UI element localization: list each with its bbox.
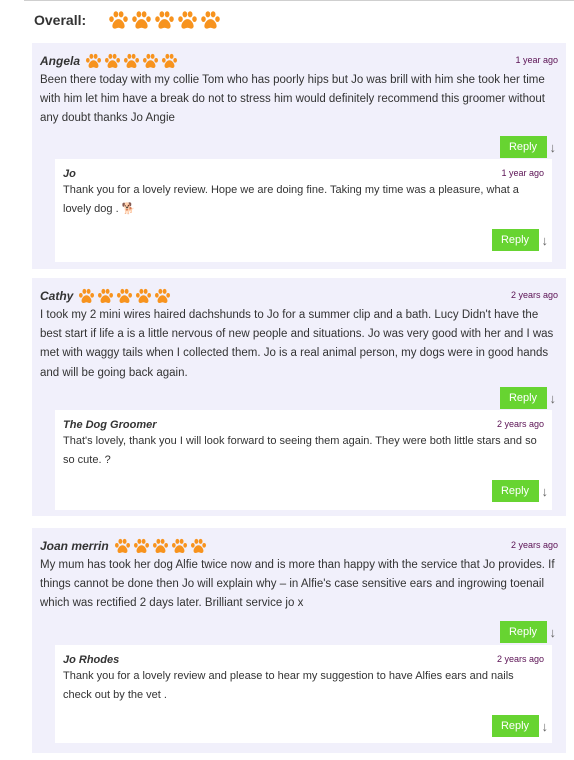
review-text: My mum has took her dog Alfie twice now …	[40, 559, 555, 610]
paw-icon	[152, 538, 169, 554]
paw-icon	[142, 53, 159, 69]
reply-button[interactable]: Reply	[491, 229, 539, 251]
down-arrow-icon[interactable]: ↓	[542, 484, 549, 499]
paw-icon	[200, 10, 221, 30]
review-actions: Reply ↓	[499, 621, 557, 643]
reply-card: The Dog Groomer 2 years ago That's lovel…	[55, 410, 552, 510]
review-author: Angela	[40, 54, 81, 68]
reply-button[interactable]: Reply	[499, 621, 547, 643]
reply-card: Jo Rhodes 2 years ago Thank you for a lo…	[55, 645, 552, 743]
top-divider	[24, 0, 574, 1]
paw-icon	[171, 538, 188, 554]
review-text: Been there today with my collie Tom who …	[40, 74, 545, 125]
paw-icon	[123, 53, 140, 69]
review-card: Angela 1 year ago Been there today with …	[32, 43, 566, 269]
review-paw-rating	[78, 288, 171, 304]
review-time: 2 years ago	[510, 290, 558, 300]
reply-time: 1 year ago	[501, 168, 544, 178]
reply-button[interactable]: Reply	[499, 136, 547, 158]
reply-actions: Reply ↓	[491, 229, 549, 251]
review-paw-rating	[114, 538, 207, 554]
paw-icon	[133, 538, 150, 554]
paw-icon	[116, 288, 133, 304]
review-text: I took my 2 mini wires haired dachshunds…	[40, 309, 554, 379]
down-arrow-icon[interactable]: ↓	[550, 140, 557, 155]
review-paw-rating	[85, 53, 178, 69]
review-time: 2 years ago	[510, 540, 558, 550]
reply-button[interactable]: Reply	[499, 387, 547, 409]
paw-icon	[78, 288, 95, 304]
reply-actions: Reply ↓	[491, 715, 549, 737]
reply-author: Jo	[63, 168, 76, 180]
reply-author: The Dog Groomer	[63, 419, 157, 431]
review-card: Joan merrin 2 years ago My mum has took …	[32, 528, 566, 753]
reply-text: Thank you for a lovely review. Hope we a…	[63, 184, 519, 215]
paw-icon	[114, 538, 131, 554]
down-arrow-icon[interactable]: ↓	[542, 719, 549, 734]
down-arrow-icon[interactable]: ↓	[550, 391, 557, 406]
paw-icon	[161, 53, 178, 69]
overall-rating: Overall:	[34, 8, 221, 32]
reply-text: That's lovely, thank you I will look for…	[63, 435, 537, 466]
reply-text: Thank you for a lovely review and please…	[63, 670, 514, 701]
down-arrow-icon[interactable]: ↓	[542, 233, 549, 248]
paw-icon	[135, 288, 152, 304]
down-arrow-icon[interactable]: ↓	[550, 625, 557, 640]
reply-button[interactable]: Reply	[491, 480, 539, 502]
review-actions: Reply ↓	[499, 387, 557, 409]
reply-time: 2 years ago	[496, 654, 544, 664]
paw-icon	[131, 10, 152, 30]
review-card: Cathy 2 years ago I took my 2 mini wires…	[32, 278, 566, 516]
paw-icon	[104, 53, 121, 69]
paw-icon	[97, 288, 114, 304]
paw-icon	[177, 10, 198, 30]
review-actions: Reply ↓	[499, 136, 557, 158]
review-author: Joan merrin	[40, 539, 109, 553]
reply-card: Jo 1 year ago Thank you for a lovely rev…	[55, 159, 552, 262]
reply-time: 2 years ago	[496, 419, 544, 429]
overall-paw-rating	[108, 10, 221, 30]
paw-icon	[190, 538, 207, 554]
reply-actions: Reply ↓	[491, 480, 549, 502]
paw-icon	[154, 10, 175, 30]
overall-label: Overall:	[34, 12, 87, 28]
paw-icon	[154, 288, 171, 304]
paw-icon	[85, 53, 102, 69]
reply-author: Jo Rhodes	[63, 654, 120, 666]
review-time: 1 year ago	[515, 55, 558, 65]
paw-icon	[108, 10, 129, 30]
review-author: Cathy	[40, 289, 74, 303]
reply-button[interactable]: Reply	[491, 715, 539, 737]
